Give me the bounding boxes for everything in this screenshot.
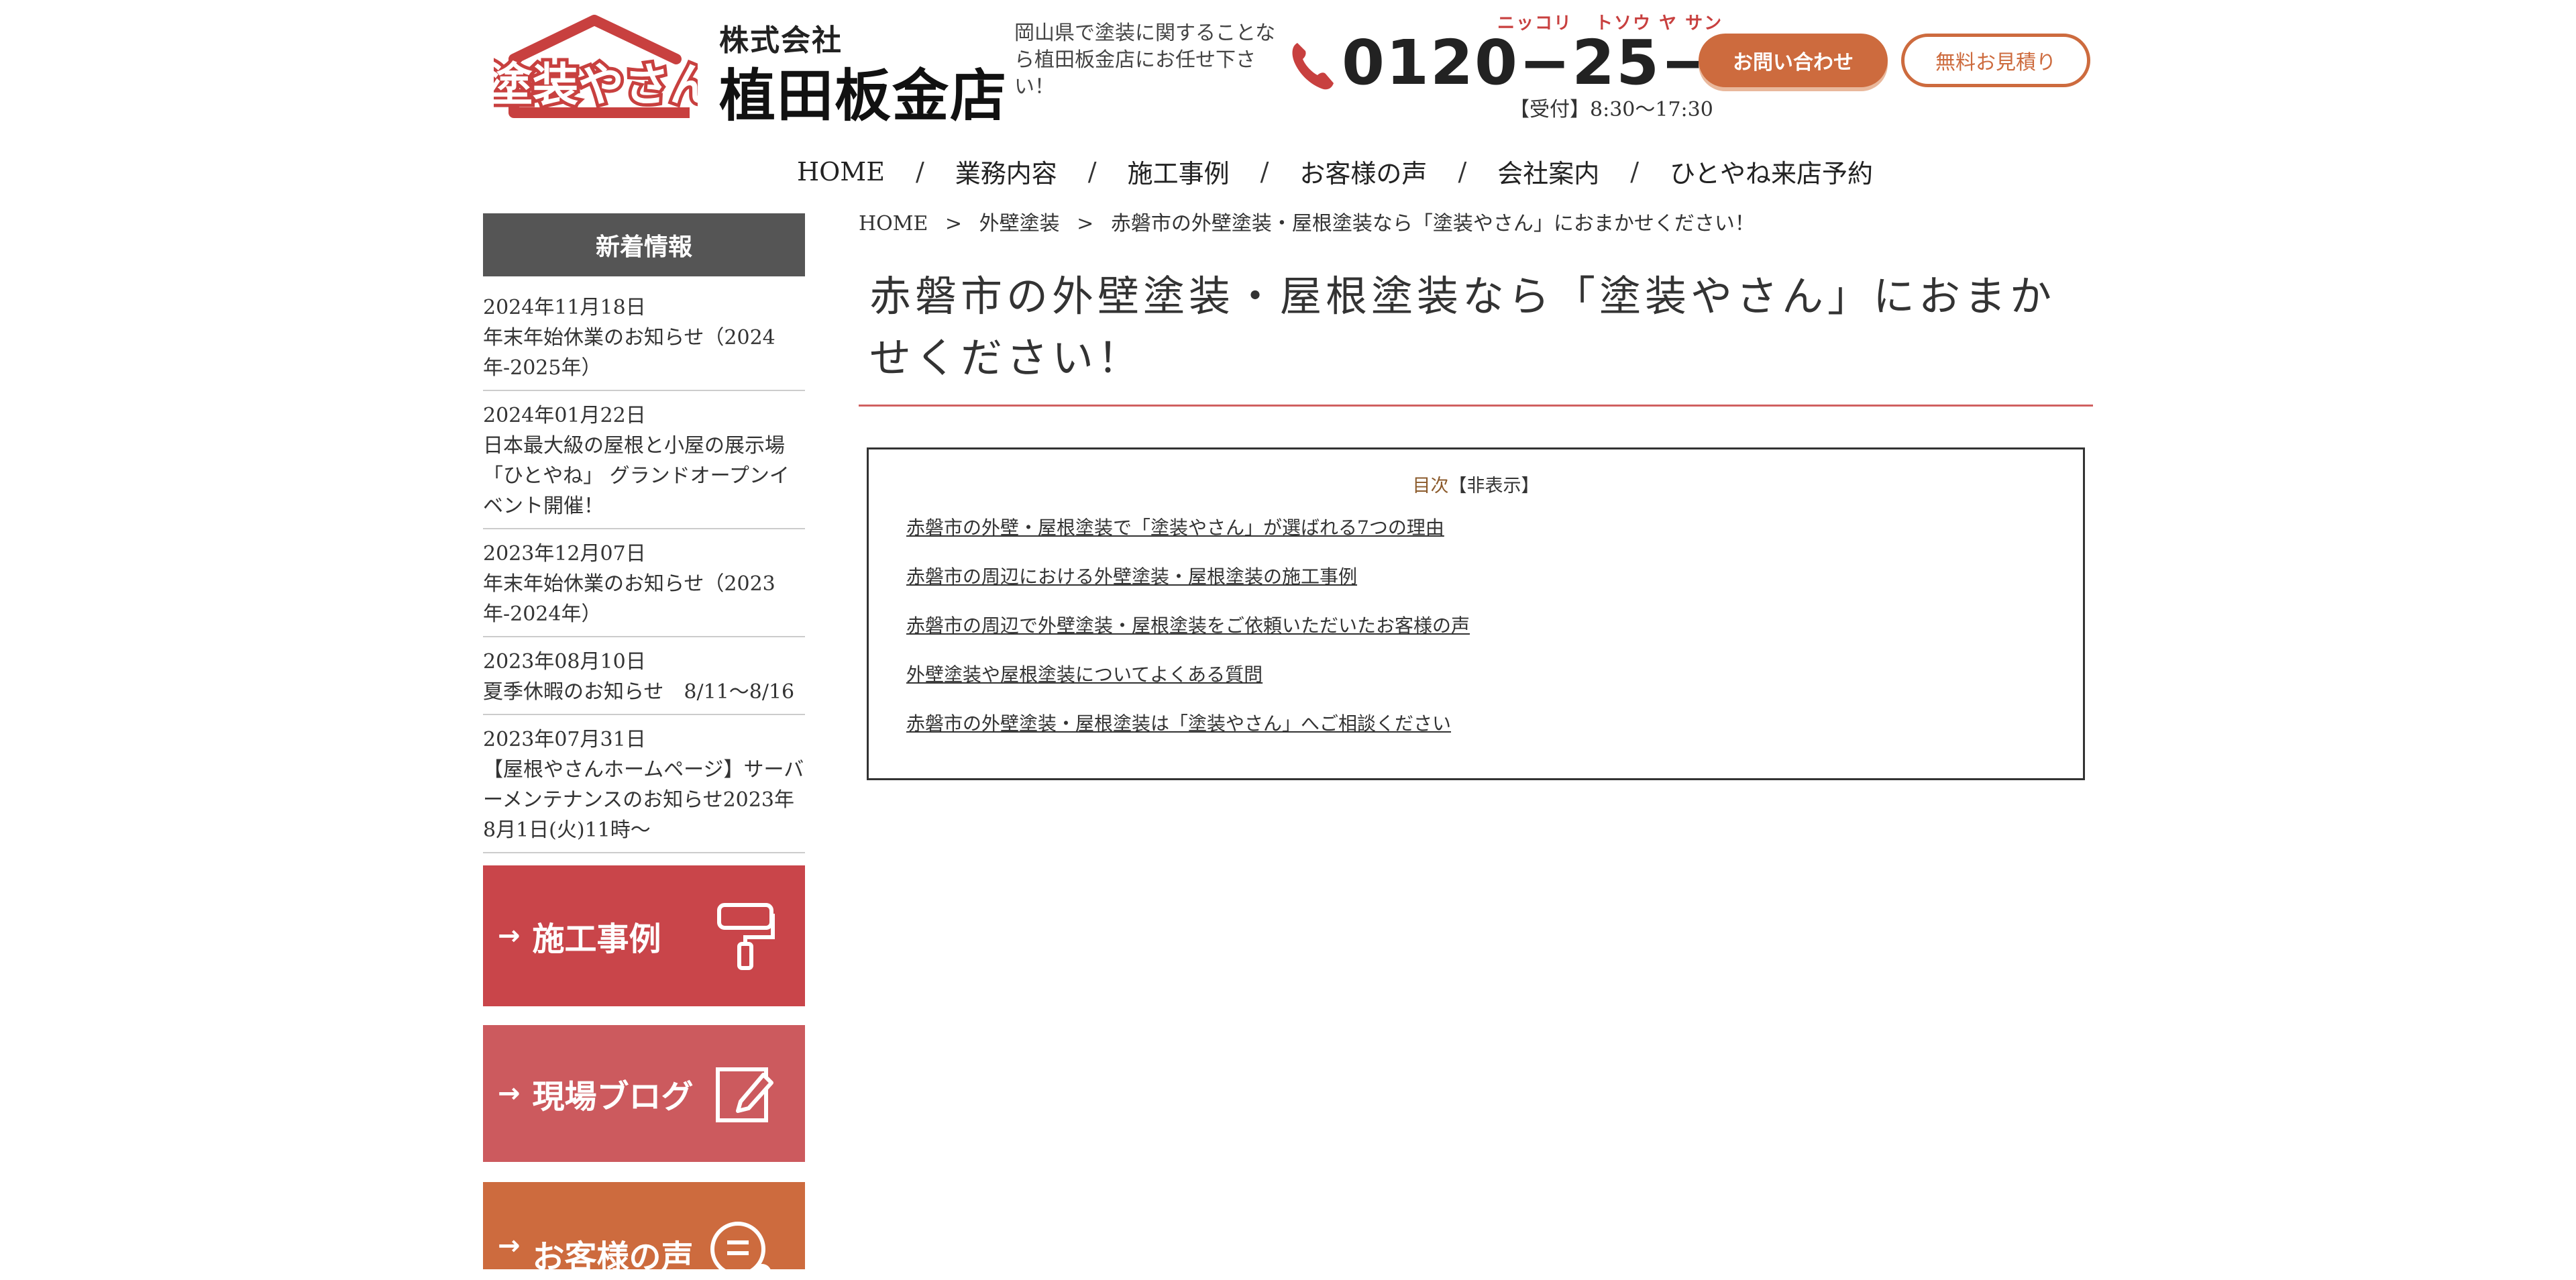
- toc-label: 目次: [1412, 476, 1449, 496]
- news-date: 2023年08月10日: [483, 650, 646, 674]
- nav-item-services[interactable]: 業務内容: [955, 153, 1057, 190]
- nav-separator: /: [1087, 156, 1097, 186]
- banner-label: 施工事例: [532, 920, 661, 958]
- company-name: 植田板金店: [719, 63, 1008, 129]
- site-logo[interactable]: 塗装やさん: [484, 15, 718, 119]
- toc-item[interactable]: 外壁塗装や屋根塗装についてよくある質問: [906, 663, 1470, 686]
- nav-separator: /: [1458, 156, 1467, 186]
- arrow-right-icon: →: [498, 920, 521, 951]
- toc-list: 赤磐市の外壁・屋根塗装で「塗装やさん」が選ばれる7つの理由 赤磐市の周辺における…: [906, 517, 1470, 761]
- global-nav: HOME / 業務内容 / 施工事例 / お客様の声 / 会社案内 / ひとやね…: [797, 153, 1873, 190]
- banner-voices[interactable]: → お客様の声: [483, 1182, 805, 1280]
- news-list: 2024年11月18日 年末年始休業のお知らせ（2024年-2025年） 202…: [483, 290, 805, 860]
- nav-item-reservation[interactable]: ひとやね来店予約: [1670, 153, 1873, 190]
- news-date: 2024年01月22日: [483, 404, 646, 427]
- news-title[interactable]: 夏季休暇のお知らせ 8/11〜8/16: [483, 677, 805, 707]
- news-item[interactable]: 2024年11月18日 年末年始休業のお知らせ（2024年-2025年）: [483, 290, 805, 391]
- toc-header: 目次【非表示】: [869, 471, 2083, 497]
- news-title[interactable]: 年末年始休業のお知らせ（2024年-2025年）: [483, 323, 805, 383]
- table-of-contents: 目次【非表示】 赤磐市の外壁・屋根塗装で「塗装やさん」が選ばれる7つの理由 赤磐…: [867, 447, 2085, 780]
- arrow-right-icon: →: [498, 1078, 521, 1109]
- news-date: 2023年12月07日: [483, 542, 646, 566]
- title-divider: [859, 405, 2093, 407]
- edit-note-icon: [716, 1067, 773, 1122]
- toc-item[interactable]: 赤磐市の外壁・屋根塗装で「塗装やさん」が選ばれる7つの理由: [906, 517, 1470, 539]
- toc-item[interactable]: 赤磐市の周辺で外壁塗装・屋根塗装をご依頼いただいたお客様の声: [906, 615, 1470, 637]
- news-heading: 新着情報: [483, 213, 805, 276]
- nav-separator: /: [1630, 156, 1640, 186]
- page-title: 赤磐市の外壁塗装・屋根塗装なら「塗装やさん」におまかせください！: [869, 272, 2056, 382]
- breadcrumb-current: 赤磐市の外壁塗装・屋根塗装なら「塗装やさん」におまかせください！: [1110, 212, 1755, 235]
- chat-bubble-icon: [710, 1222, 771, 1280]
- arrow-right-icon: →: [498, 1230, 521, 1261]
- banner-works[interactable]: → 施工事例: [483, 865, 805, 1006]
- paint-roller-icon: [717, 903, 775, 970]
- news-item[interactable]: 2023年07月31日 【屋根やさんホームページ】サーバーメンテナンスのお知らせ…: [483, 722, 805, 853]
- house-logo-icon: 塗装やさん: [484, 15, 718, 118]
- nav-separator: /: [1260, 156, 1269, 186]
- breadcrumb-home[interactable]: HOME: [859, 212, 928, 235]
- breadcrumb-separator: >: [945, 212, 963, 235]
- nav-item-voices[interactable]: お客様の声: [1299, 153, 1427, 190]
- business-hours: 【受付】8:30〜17:30: [1509, 98, 1713, 121]
- toc-item[interactable]: 赤磐市の外壁塗装・屋根塗装は「塗装やさん」へご相談ください: [906, 712, 1470, 735]
- nav-item-works[interactable]: 施工事例: [1128, 153, 1230, 190]
- news-date: 2023年07月31日: [483, 728, 646, 751]
- banner-label: 現場ブログ: [532, 1078, 694, 1116]
- nav-item-company[interactable]: 会社案内: [1497, 153, 1599, 190]
- news-title[interactable]: 日本最大級の屋根と小屋の展示場「ひとやね」 グランドオープンイベント開催！: [483, 431, 805, 521]
- banner-blog[interactable]: → 現場ブログ: [483, 1025, 805, 1162]
- news-item[interactable]: 2023年12月07日 年末年始休業のお知らせ（2023年-2024年）: [483, 536, 805, 637]
- banner-label: お客様の声: [532, 1238, 694, 1276]
- breadcrumb: HOME > 外壁塗装 > 赤磐市の外壁塗装・屋根塗装なら「塗装やさん」におまか…: [859, 207, 1755, 236]
- news-item[interactable]: 2023年08月10日 夏季休暇のお知らせ 8/11〜8/16: [483, 644, 805, 715]
- news-item[interactable]: 2024年01月22日 日本最大級の屋根と小屋の展示場「ひとやね」 グランドオー…: [483, 398, 805, 529]
- breadcrumb-separator: >: [1077, 212, 1094, 235]
- news-title[interactable]: 年末年始休業のお知らせ（2023年-2024年）: [483, 569, 805, 629]
- toc-item[interactable]: 赤磐市の周辺における外壁塗装・屋根塗装の施工事例: [906, 566, 1470, 588]
- phone-icon: [1292, 43, 1334, 90]
- contact-button[interactable]: お問い合わせ: [1699, 34, 1888, 87]
- header-tagline: 岡山県で塗装に関することなら植田板金店にお任せ下さい！: [1014, 21, 1276, 99]
- nav-item-home[interactable]: HOME: [797, 157, 885, 186]
- free-estimate-button[interactable]: 無料お見積り: [1901, 34, 2090, 87]
- nav-separator: /: [915, 156, 924, 186]
- news-date: 2024年11月18日: [483, 296, 646, 319]
- toc-toggle[interactable]: 【非表示】: [1449, 476, 1540, 496]
- logo-text: 塗装やさん: [494, 59, 698, 112]
- news-title[interactable]: 【屋根やさんホームページ】サーバーメンテナンスのお知らせ2023年8月1日(火)…: [483, 755, 805, 845]
- breadcrumb-category[interactable]: 外壁塗装: [979, 212, 1060, 235]
